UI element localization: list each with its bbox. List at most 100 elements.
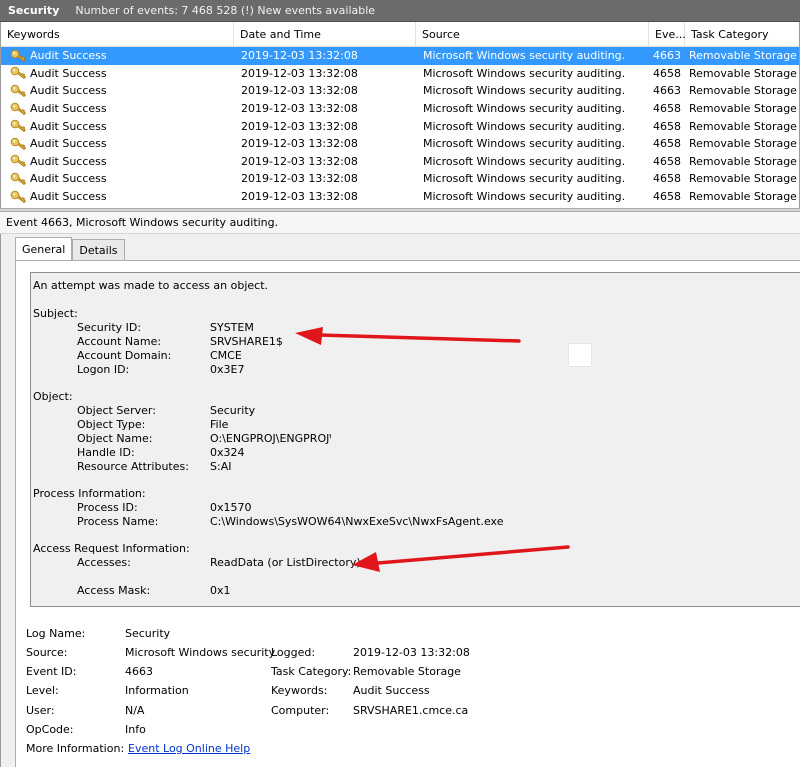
event-description-box[interactable]: An attempt was made to access an object.…	[30, 272, 800, 607]
task-category-cell: Removable Storage	[689, 190, 797, 204]
log-title: Security	[8, 4, 60, 17]
task-category-value: Removable Storage	[353, 665, 461, 678]
level-label: Level:	[26, 684, 59, 697]
event-row[interactable]: Audit Success 2019-12-03 13:32:08 Microsof…	[1, 135, 799, 153]
handle-id-label: Handle ID:	[77, 446, 135, 459]
task-category-cell: Removable Storage	[689, 84, 797, 98]
keyword-cell: Audit Success	[1, 190, 234, 204]
column-header-keywords[interactable]: Keywords	[1, 22, 234, 46]
redaction-box	[568, 343, 592, 367]
object-server-label: Object Server:	[77, 404, 156, 417]
keyword-cell: Audit Success	[1, 66, 234, 80]
event-id-label: Event ID:	[26, 665, 77, 678]
key-icon	[10, 84, 28, 98]
column-header-source[interactable]: Source	[416, 22, 649, 46]
events-grid[interactable]: Keywords Date and Time Source Eve... Tas…	[0, 22, 800, 208]
date-time-cell: 2019-12-03 13:32:08	[241, 84, 358, 98]
key-icon	[10, 137, 28, 151]
object-name-value: O:\ENGPROJ\ENGPROJ\	[210, 432, 334, 445]
accesses-label: Accesses:	[77, 556, 131, 569]
event-row[interactable]: Audit Success 2019-12-03 13:32:08 Microsof…	[1, 82, 799, 100]
object-server-value: Security	[210, 404, 256, 417]
subject-heading: Subject:	[33, 307, 78, 320]
key-icon	[10, 66, 28, 80]
keyword-text: Audit Success	[30, 102, 107, 116]
object-heading: Object:	[33, 390, 73, 403]
date-time-cell: 2019-12-03 13:32:08	[241, 66, 358, 80]
date-time-cell: 2019-12-03 13:32:08	[241, 102, 358, 116]
opcode-label: OpCode:	[26, 723, 74, 736]
source-cell: Microsoft Windows security auditing.	[423, 49, 626, 63]
date-time-cell: 2019-12-03 13:32:08	[241, 172, 358, 186]
keyword-text: Audit Success	[30, 137, 107, 151]
level-value: Information	[125, 684, 189, 697]
task-category-cell: Removable Storage	[689, 154, 797, 168]
date-time-cell: 2019-12-03 13:32:08	[241, 137, 358, 151]
source-cell: Microsoft Windows security auditing.	[423, 137, 626, 151]
event-row[interactable]: Audit Success 2019-12-03 13:32:08 Microsof…	[1, 170, 799, 188]
key-icon	[10, 172, 28, 186]
keywords-value: Audit Success	[353, 684, 430, 697]
column-header-task-category[interactable]: Task Category	[685, 22, 799, 46]
detail-tabs: General Details	[15, 237, 125, 261]
process-name-value: C:\Windows\SysWOW64\NwxExeSvc\NwxFsAgent…	[210, 515, 504, 528]
user-value: N/A	[125, 704, 145, 717]
event-row[interactable]: Audit Success 2019-12-03 13:32:08 Microsof…	[1, 153, 799, 171]
keyword-text: Audit Success	[30, 66, 107, 80]
keyword-cell: Audit Success	[1, 137, 234, 151]
event-id-cell: 4658	[653, 119, 681, 133]
task-category-cell: Removable Storage	[689, 172, 797, 186]
log-name-label: Log Name:	[26, 627, 86, 640]
keyword-cell: Audit Success	[1, 172, 234, 186]
source-cell: Microsoft Windows security auditing.	[423, 84, 626, 98]
column-header-date-time[interactable]: Date and Time	[234, 22, 416, 46]
event-row[interactable]: Audit Success 2019-12-03 13:32:08 Microsof…	[1, 117, 799, 135]
handle-id-value: 0x324	[210, 446, 245, 459]
event-id-value: 4663	[125, 665, 153, 678]
key-icon	[10, 119, 28, 133]
task-category-cell: Removable Storage	[689, 137, 797, 151]
event-id-cell: 4663	[653, 84, 681, 98]
event-row[interactable]: Audit Success 2019-12-03 13:32:08 Microsof…	[1, 188, 799, 206]
access-mask-label: Access Mask:	[77, 584, 151, 597]
keyword-cell: Audit Success	[1, 84, 234, 98]
account-name-label: Account Name:	[77, 335, 162, 348]
date-time-cell: 2019-12-03 13:32:08	[241, 154, 358, 168]
column-header-event-id[interactable]: Eve...	[649, 22, 686, 46]
keyword-text: Audit Success	[30, 119, 107, 133]
source-cell: Microsoft Windows security auditing.	[423, 119, 626, 133]
event-id-cell: 4658	[653, 172, 681, 186]
access-mask-value: 0x1	[210, 584, 231, 597]
keyword-cell: Audit Success	[1, 49, 234, 63]
key-icon	[10, 49, 28, 63]
event-row[interactable]: Audit Success 2019-12-03 13:32:08 Microsof…	[1, 100, 799, 118]
logged-label: Logged:	[271, 646, 316, 659]
source-cell: Microsoft Windows security auditing.	[423, 190, 626, 204]
key-icon	[10, 190, 28, 204]
date-time-cell: 2019-12-03 13:32:08	[241, 49, 358, 63]
account-domain-value: CMCE	[210, 349, 242, 362]
source-value: Microsoft Windows security	[125, 646, 276, 659]
process-heading: Process Information:	[33, 487, 146, 500]
keyword-text: Audit Success	[30, 172, 107, 186]
keyword-cell: Audit Success	[1, 102, 234, 116]
source-cell: Microsoft Windows security auditing.	[423, 154, 626, 168]
grid-header: Keywords Date and Time Source Eve... Tas…	[1, 22, 799, 47]
accesses-value: ReadData (or ListDirectory)	[210, 556, 361, 569]
event-detail-pane: General Details An attempt was made to a…	[0, 234, 800, 767]
event-log-online-help-link[interactable]: Event Log Online Help	[128, 742, 250, 755]
annotation-arrow-account-name-icon	[295, 327, 521, 345]
computer-label: Computer:	[271, 704, 330, 717]
logged-value: 2019-12-03 13:32:08	[353, 646, 470, 659]
keyword-text: Audit Success	[30, 190, 107, 204]
keyword-text: Audit Success	[30, 49, 107, 63]
tab-general[interactable]: General	[15, 237, 73, 261]
log-title-bar: Security Number of events: 7 468 528 (!)…	[0, 0, 800, 22]
log-name-value: Security	[125, 627, 171, 640]
resource-attributes-value: S:AI	[210, 460, 232, 473]
event-row[interactable]: Audit Success 2019-12-03 13:32:08 Microsof…	[1, 47, 799, 65]
opcode-value: Info	[125, 723, 146, 736]
tab-details[interactable]: Details	[72, 239, 125, 261]
key-icon	[10, 102, 28, 116]
event-row[interactable]: Audit Success 2019-12-03 13:32:08 Microsof…	[1, 65, 799, 83]
